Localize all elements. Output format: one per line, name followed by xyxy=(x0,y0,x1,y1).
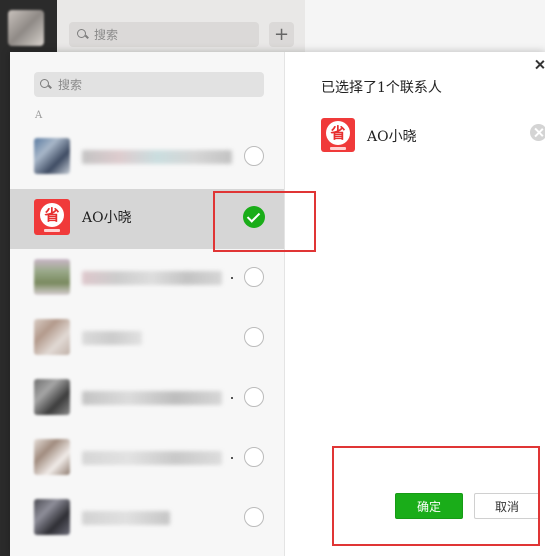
select-radio[interactable] xyxy=(244,146,264,166)
contact-avatar xyxy=(34,259,70,295)
remove-icon[interactable] xyxy=(530,124,545,141)
name-ellipsis xyxy=(231,457,233,459)
logo-subtext-bar xyxy=(330,146,346,150)
logo-glyph: 省 xyxy=(326,120,350,145)
search-icon xyxy=(40,78,52,91)
contact-item[interactable] xyxy=(10,128,284,188)
dialog-search-input[interactable] xyxy=(58,77,248,92)
dialog-search-box[interactable] xyxy=(34,72,264,97)
logo-subtext-bar xyxy=(44,228,60,232)
contact-avatar-logo: 省 xyxy=(34,199,70,235)
contact-avatar xyxy=(34,439,70,475)
contact-name-blurred xyxy=(82,451,222,465)
selected-contact-item: 省 AO小晓 xyxy=(321,118,545,154)
selected-count-title: 已选择了1个联系人 xyxy=(321,80,442,96)
contact-name-blurred xyxy=(82,511,170,525)
contact-name-blurred xyxy=(82,331,142,345)
contact-item[interactable] xyxy=(10,429,284,489)
highlight-box-checkbox xyxy=(213,191,316,252)
contact-picker-pane: A 省 AO小晓 xyxy=(10,52,285,556)
highlight-box-buttons xyxy=(332,446,540,546)
user-avatar[interactable] xyxy=(8,10,44,46)
contact-item[interactable] xyxy=(10,369,284,429)
select-radio[interactable] xyxy=(244,327,264,347)
contact-name-blurred xyxy=(82,271,222,285)
contact-avatar xyxy=(34,138,70,174)
select-radio[interactable] xyxy=(244,267,264,287)
search-icon xyxy=(77,28,89,41)
main-search-box[interactable]: 搜索 xyxy=(69,22,259,47)
add-button[interactable]: + xyxy=(269,22,294,47)
contact-avatar xyxy=(34,499,70,535)
name-ellipsis xyxy=(231,277,233,279)
contact-name-blurred xyxy=(82,391,222,405)
selected-contact-avatar: 省 xyxy=(321,118,355,152)
selected-contact-name: AO小晓 xyxy=(367,129,417,145)
contact-avatar xyxy=(34,319,70,355)
contact-avatar xyxy=(34,379,70,415)
contact-name-blurred xyxy=(82,150,232,164)
select-radio[interactable] xyxy=(244,447,264,467)
contact-name: AO小晓 xyxy=(82,210,132,226)
select-radio[interactable] xyxy=(244,387,264,407)
close-icon[interactable] xyxy=(535,60,545,70)
select-radio[interactable] xyxy=(244,507,264,527)
contact-item[interactable] xyxy=(10,249,284,309)
name-ellipsis xyxy=(231,397,233,399)
contact-item[interactable] xyxy=(10,309,284,369)
contact-item[interactable] xyxy=(10,489,284,549)
main-search-placeholder: 搜索 xyxy=(94,28,119,42)
section-letter: A xyxy=(35,110,43,121)
logo-glyph: 省 xyxy=(40,202,64,227)
